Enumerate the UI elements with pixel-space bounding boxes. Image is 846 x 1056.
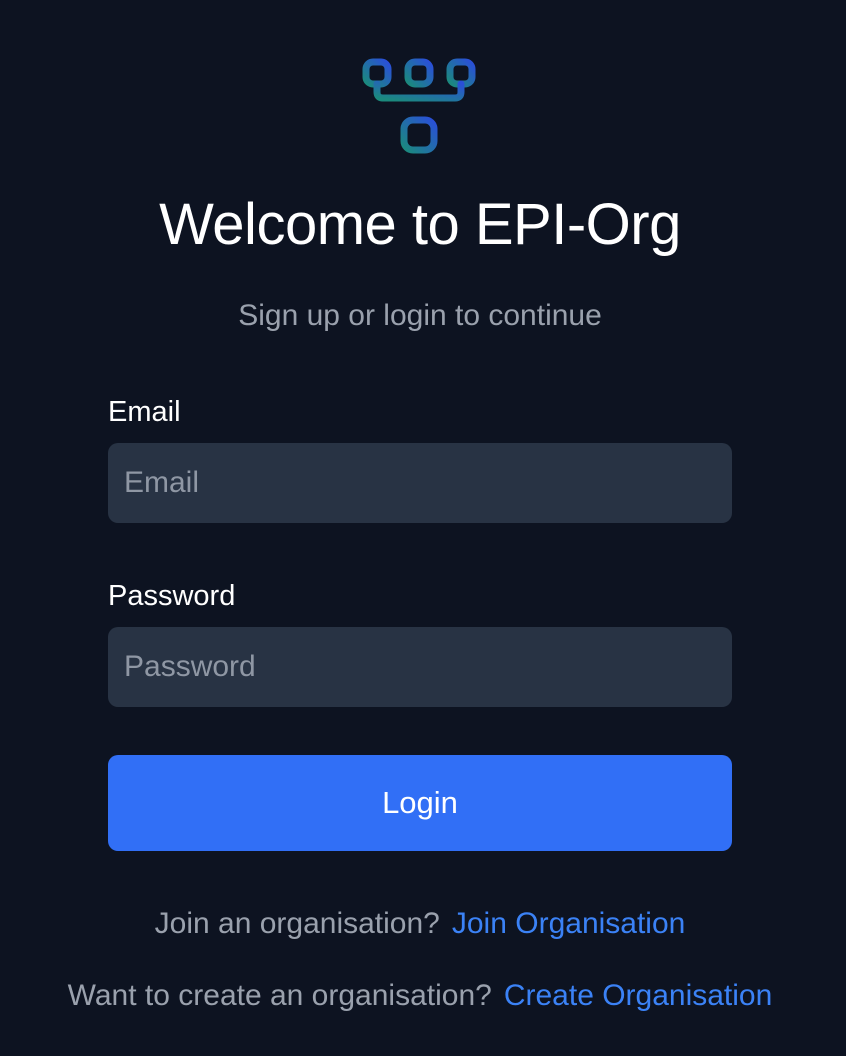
- password-field[interactable]: [108, 627, 732, 707]
- page-subtitle: Sign up or login to continue: [238, 299, 602, 332]
- join-organisation-link[interactable]: Join Organisation: [452, 907, 685, 940]
- password-label: Password: [108, 580, 236, 612]
- create-prompt: Want to create an organisation?: [67, 979, 492, 1012]
- page-title: Welcome to EPI-Org: [159, 192, 681, 257]
- login-button[interactable]: Login: [108, 755, 732, 851]
- join-prompt: Join an organisation?: [154, 907, 440, 940]
- org-tree-icon: [362, 58, 478, 158]
- email-label: Email: [108, 396, 181, 428]
- create-organisation-row: Want to create an organisation? Create Or…: [0, 976, 840, 1016]
- email-field[interactable]: [108, 443, 732, 523]
- join-organisation-row: Join an organisation? Join Organisation: [0, 904, 840, 944]
- login-page: Welcome to EPI-Org Sign up or login to c…: [0, 0, 846, 1056]
- create-organisation-link[interactable]: Create Organisation: [504, 979, 772, 1012]
